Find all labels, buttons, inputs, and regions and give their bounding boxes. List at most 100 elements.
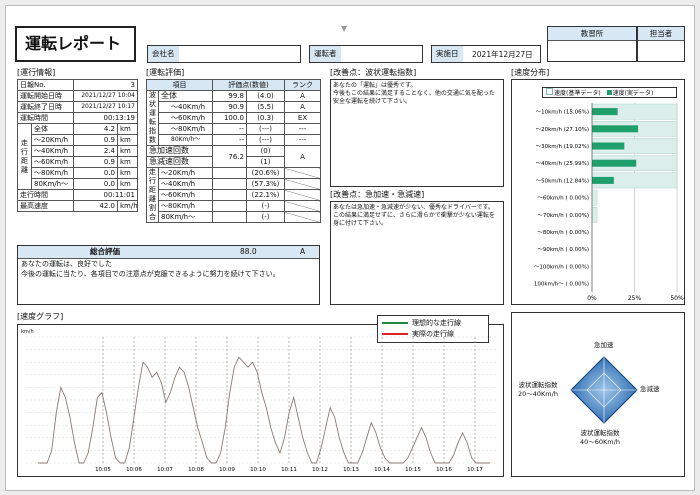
graph-time-label: 10:12 (312, 467, 328, 473)
op-unit: km (117, 145, 138, 157)
speed-graph-chart: 10:05 10:06 10:07 10:08 10:09 10:10 10:11 10:12… (26, 336, 498, 473)
overall-box: 総合評価 88.0 A あなたの運転は、良好でした 今後の運転に当たり、各項目で… (17, 245, 320, 305)
ratio-row: 80Km/h〜 (-) (147, 211, 321, 223)
overall-comment-line: あなたの運転は、良好でした (21, 260, 112, 268)
date-label: 実施日 (432, 46, 463, 62)
radar-box: 急加速 急減速 波状運転指数 20〜40Km/h 波状運転指数 40〜60Km/… (511, 312, 685, 477)
graph-time-label: 10:13 (343, 467, 359, 473)
graph-time-label: 10:06 (126, 467, 142, 473)
eval-num: (0.3) (246, 112, 285, 124)
dist-act-bar (592, 176, 614, 184)
col-item: 項目 (146, 79, 213, 91)
dist-category-label: 〜70km/h ( 0.00%) (537, 213, 589, 219)
company-field: 会社名 (147, 45, 301, 63)
radar-label-left: 波状運転指数 20〜40Km/h (518, 381, 558, 399)
improve-accel-line: この結果に満足せずに、さらに滑らかで衝撃が少ない運転を (333, 212, 495, 219)
op-value: 2.4 (73, 145, 118, 157)
op-value: 42.0 (73, 200, 118, 212)
op-label: 運転開始日時 (17, 90, 74, 102)
overall-comment-line: 今後の運転に当たり、各項目での注意点が克服できるように努力を続けて下さい。 (21, 270, 280, 278)
wave-row: 80Km/h〜 -- (---) --- (147, 134, 321, 146)
graph-time-label: 10:09 (219, 467, 235, 473)
speed-graph-heading: [速度グラフ] (17, 312, 64, 321)
dist-category-label: 〜100km/h ( 0.00%) (534, 264, 589, 270)
improve-accel-line: 身に付けて下さい。 (333, 220, 388, 227)
op-value: 0.0 (73, 167, 118, 179)
dist-x-tick: 25% (628, 295, 642, 302)
dist-category-label: 〜10km/h (15.06%) (536, 110, 589, 116)
ratio-blank (284, 167, 321, 179)
op-label: 〜20Km/h (31, 134, 74, 146)
eval-rank: A (284, 101, 321, 113)
evaluation-table: 項目 評価点(数値) ランク 波状運転指数 全体 99.8 (4.0) A 〜40Km… (146, 79, 321, 223)
instructor-label: 担当者 (638, 27, 684, 41)
radar-bottom-line2: 40〜60Km/h (580, 438, 620, 446)
improve-wave-heading: [改善点：波状運転指数] (330, 68, 417, 77)
ratio-row: 〜60Km/h (22.1%) (147, 189, 321, 201)
ratio-label: 〜60Km/h (158, 189, 213, 201)
distance-group-label: 走行距離 (17, 123, 32, 190)
ratio-label: 80Km/h〜 (158, 211, 213, 223)
eval-rank: A (284, 90, 321, 102)
dist-x-tick: 50% (670, 295, 684, 302)
dist-ref-bar (591, 206, 598, 223)
instructor-field: 担当者 (637, 26, 685, 62)
report-title-box: 運転レポート (15, 26, 136, 62)
dist-act-bar (592, 142, 625, 150)
dist-act-bar (592, 125, 639, 133)
operation-table: 日報No. 3 運転開始日時 2021/12/27 10:04 運転終了日時 2021… (17, 79, 138, 212)
op-value: 0.0 (73, 178, 118, 190)
op-value: 0.9 (73, 156, 118, 168)
op-value: 3 (73, 79, 138, 91)
op-value: 4.2 (73, 123, 118, 135)
eval-num: (5.5) (246, 101, 285, 113)
improve-accel-heading: [改善点：急加速・急減速] (330, 190, 425, 199)
speed-graph-box: km/h 理想的な走行線 実際の走行線 10:05 10:06 10:07 10:08… (17, 315, 504, 477)
ratio-group-label: 走行距離割合 (146, 167, 159, 223)
dist-act-bar (592, 108, 618, 116)
speed-dist-legend: 速度(基準データ) 速度(実データ) (542, 87, 677, 98)
op-label: 走行時間 (17, 189, 74, 201)
ratio-value: (20.6%) (246, 167, 285, 179)
op-value: 0.9 (73, 134, 118, 146)
decel-label: 急減速回数 (146, 156, 213, 168)
eval-label: 〜40Km/h (158, 101, 213, 113)
eval-label: 〜80Km/h (158, 123, 213, 135)
speed-dist-chart-box: 速度(基準データ) 速度(実データ) 〜10km/h (15.06%) 〜20km… (511, 79, 685, 305)
op-unit: km (117, 134, 138, 146)
op-value: 00:11:01 (73, 189, 138, 201)
wave-group-label: 波状運転指数 (146, 90, 159, 146)
op-label: 運転終了日時 (17, 101, 74, 113)
date-field: 実施日 2021年12月27日 (431, 45, 541, 63)
dist-category-label: 〜60km/h ( 0.00%) (537, 196, 589, 202)
op-row: 最高速度 42.0 km/h (17, 200, 138, 212)
op-row: 日報No. 3 (17, 79, 138, 91)
overall-score: 88.0 (240, 247, 257, 256)
legend-act-label: 速度(実データ) (612, 90, 654, 97)
dist-category-label: 〜40km/h (25.99%) (536, 161, 589, 167)
op-distance-row: 走行距離 全体 4.2 km (17, 123, 138, 190)
graph-time-label: 10:07 (157, 467, 173, 473)
op-unit: km (117, 156, 138, 168)
decel-num: (1) (246, 156, 285, 168)
eval-label: 〜60Km/h (158, 112, 213, 124)
accel-row: 急加速回数 76.2 (0) A (146, 145, 321, 168)
school-field: 教習所 (547, 26, 637, 62)
op-distance-row: 〜60Km/h 0.9 km (18, 156, 138, 168)
ratio-row: 〜80Km/h (-) (147, 200, 321, 212)
graph-time-label: 10:14 (374, 467, 390, 473)
evaluation-heading: [運転評価] (146, 68, 185, 77)
op-row: 運転終了日時 2021/12/27 10:17 (17, 101, 138, 113)
dist-category-label: 〜80km/h ( 0.00%) (537, 230, 589, 236)
op-distance-row: 〜40Km/h 2.4 km (18, 145, 138, 157)
dist-category-label: 〜90km/h ( 0.00%) (537, 247, 589, 253)
legend-ideal-swatch (382, 322, 408, 324)
radar-label-top: 急加速 (594, 341, 614, 349)
op-label: 〜60Km/h (31, 156, 74, 168)
eval-score: 99.8 (212, 90, 247, 102)
improve-accel-box: あなたは急加速・急減速が少ない、優秀なドライバーです。 この結果に満足せずに、さ… (330, 201, 504, 305)
op-distance-row: 〜20Km/h 0.9 km (18, 134, 138, 146)
graph-time-label: 10:08 (188, 467, 204, 473)
overall-label: 総合評価 (90, 247, 120, 256)
dist-category-label: 〜50km/h (12.84%) (536, 178, 589, 184)
